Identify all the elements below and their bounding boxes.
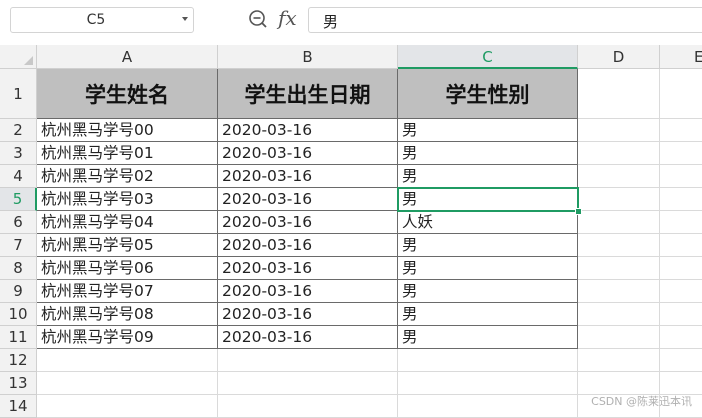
cell[interactable] [578,165,660,188]
row-header-10[interactable]: 10 [0,303,37,326]
cell-gender[interactable]: 男 [398,326,578,349]
cell[interactable] [660,119,702,142]
row-header-4[interactable]: 4 [0,165,37,188]
cell-name[interactable]: 杭州黑马学号08 [37,303,218,326]
cell[interactable] [578,234,660,257]
cell-name[interactable]: 杭州黑马学号07 [37,280,218,303]
cell-date[interactable]: 2020-03-16 [218,165,398,188]
column-header-e[interactable]: E [660,45,702,69]
cell[interactable] [218,372,398,395]
cell[interactable] [578,349,660,372]
cell-name[interactable]: 杭州黑马学号04 [37,211,218,234]
cell[interactable] [37,372,218,395]
chevron-down-icon[interactable] [182,17,188,21]
name-box[interactable]: C5 [10,7,194,33]
cell[interactable] [660,211,702,234]
cell[interactable] [578,280,660,303]
cell[interactable] [398,395,578,418]
cell[interactable] [660,165,702,188]
cell[interactable] [218,395,398,418]
cell[interactable] [578,142,660,165]
row-header-14[interactable]: 14 [0,395,37,418]
header-cell-birthdate[interactable]: 学生出生日期 [218,69,398,119]
column-header-b[interactable]: B [218,45,398,69]
cell[interactable] [578,303,660,326]
cell[interactable] [660,142,702,165]
cell[interactable] [578,372,660,395]
select-all-corner[interactable] [0,45,37,69]
row-header-12[interactable]: 12 [0,349,37,372]
column-header-d[interactable]: D [578,45,660,69]
cell-date[interactable]: 2020-03-16 [218,188,398,211]
cell-gender[interactable]: 男 [398,119,578,142]
column-header-a[interactable]: A [37,45,218,69]
cell-name[interactable]: 杭州黑马学号09 [37,326,218,349]
cell-gender[interactable]: 男 [398,165,578,188]
row-header-5[interactable]: 5 [0,188,37,211]
cell-date[interactable]: 2020-03-16 [218,119,398,142]
cell[interactable] [578,326,660,349]
cell-date[interactable]: 2020-03-16 [218,234,398,257]
name-box-value: C5 [86,12,106,28]
fx-icon[interactable]: fx [278,6,297,30]
cell-name[interactable]: 杭州黑马学号02 [37,165,218,188]
cell[interactable] [660,349,702,372]
cell-date[interactable]: 2020-03-16 [218,211,398,234]
cell[interactable] [660,69,702,119]
cell[interactable] [660,188,702,211]
row-header-3[interactable]: 3 [0,142,37,165]
cell-gender[interactable]: 男 [398,234,578,257]
row-header-13[interactable]: 13 [0,372,37,395]
cell[interactable] [398,372,578,395]
cell-date[interactable]: 2020-03-16 [218,280,398,303]
row-header-11[interactable]: 11 [0,326,37,349]
cell[interactable] [578,69,660,119]
cell[interactable] [660,303,702,326]
row-header-8[interactable]: 8 [0,257,37,280]
cell[interactable] [578,188,660,211]
cell-name[interactable]: 杭州黑马学号05 [37,234,218,257]
formula-value: 男 [323,13,339,31]
cell[interactable] [660,326,702,349]
row-header-9[interactable]: 9 [0,280,37,303]
watermark: CSDN @陈莱迅本讯 [591,395,692,408]
formula-bar: C5 fx 男 [0,0,702,45]
row-header-2[interactable]: 2 [0,119,37,142]
cell-gender[interactable]: 男 [398,280,578,303]
cell[interactable] [660,234,702,257]
cell[interactable] [37,395,218,418]
cell-date[interactable]: 2020-03-16 [218,326,398,349]
cell-date[interactable]: 2020-03-16 [218,142,398,165]
row-header-1[interactable]: 1 [0,69,37,119]
cell-date[interactable]: 2020-03-16 [218,257,398,280]
header-cell-gender[interactable]: 学生性别 [398,69,578,119]
cell-name[interactable]: 杭州黑马学号03 [37,188,218,211]
cell[interactable] [660,257,702,280]
cell[interactable] [578,119,660,142]
cell[interactable] [660,372,702,395]
cell[interactable] [218,349,398,372]
cell[interactable] [398,349,578,372]
cell-gender[interactable]: 男 [398,188,578,211]
column-header-c[interactable]: C [398,45,578,69]
cell-name[interactable]: 杭州黑马学号00 [37,119,218,142]
cell-name[interactable]: 杭州黑马学号06 [37,257,218,280]
row-header-6[interactable]: 6 [0,211,37,234]
cell-date[interactable]: 2020-03-16 [218,303,398,326]
zoom-icon[interactable] [248,9,268,29]
cell[interactable] [578,257,660,280]
cell-gender[interactable]: 男 [398,142,578,165]
cell-gender[interactable]: 男 [398,257,578,280]
spreadsheet-grid: A B C D E 1 2 3 4 5 6 7 8 9 10 11 12 13 … [0,45,702,418]
cell-gender[interactable]: 男 [398,303,578,326]
header-cell-name[interactable]: 学生姓名 [37,69,218,119]
cell[interactable] [660,280,702,303]
cell-name[interactable]: 杭州黑马学号01 [37,142,218,165]
cell[interactable] [37,349,218,372]
fill-handle[interactable] [575,208,582,215]
cell-gender[interactable]: 人妖 [398,211,578,234]
cell[interactable] [578,211,660,234]
row-header-7[interactable]: 7 [0,234,37,257]
formula-input[interactable]: 男 [308,7,702,33]
